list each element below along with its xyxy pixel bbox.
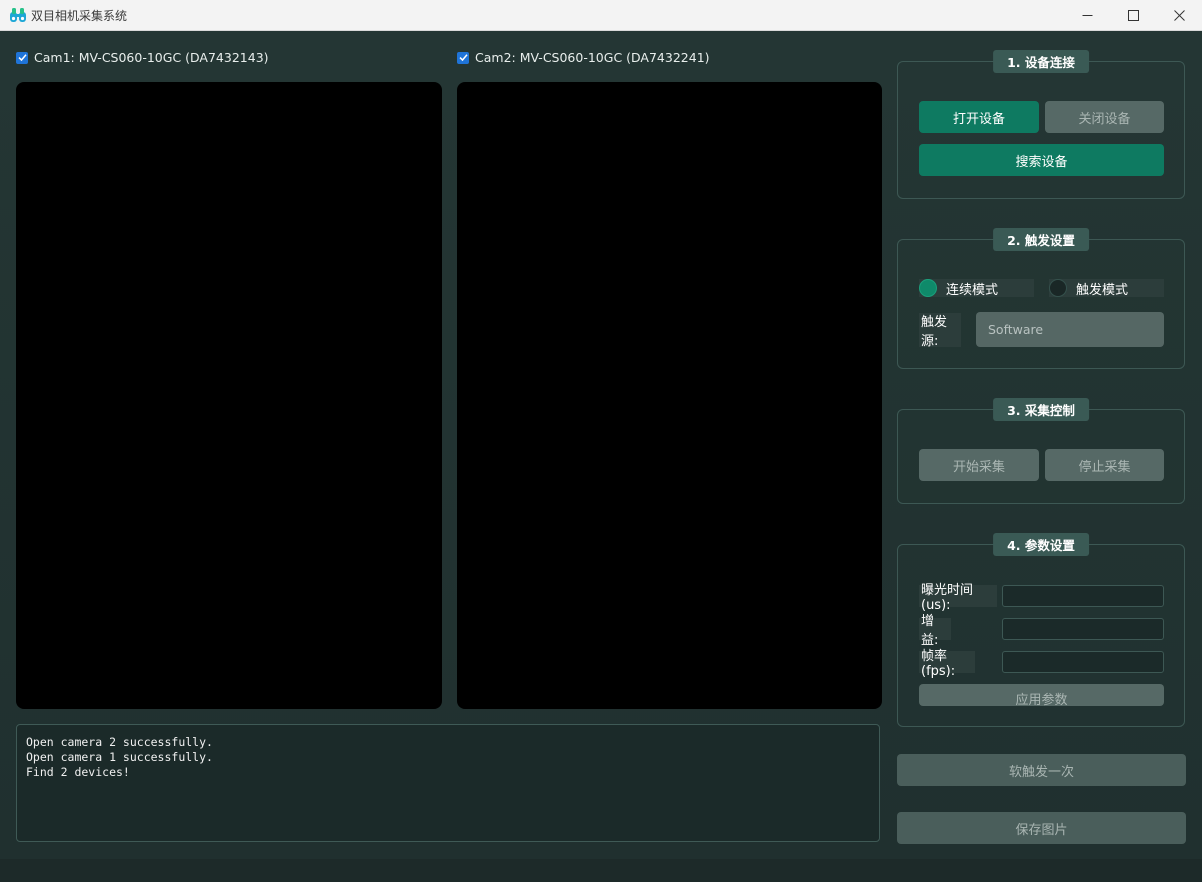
log-line: Open camera 1 successfully. <box>26 750 213 764</box>
close-icon <box>1173 9 1185 21</box>
fps-label: 帧率(fps): <box>919 649 975 679</box>
apply-parameters-button[interactable]: 应用参数 <box>919 684 1164 706</box>
log-output: Open camera 2 successfully. Open camera … <box>16 724 880 842</box>
start-acquisition-button[interactable]: 开始采集 <box>919 449 1039 481</box>
minimize-icon <box>1082 14 1092 16</box>
gain-input[interactable] <box>1002 618 1164 640</box>
trigger-mode-label: 触发模式 <box>1076 282 1129 298</box>
title-bar: 双目相机采集系统 <box>0 0 1202 31</box>
continuous-mode-label: 连续模式 <box>946 282 999 298</box>
main-area: Cam1: MV-CS060-10GC (DA7432143) Cam2: MV… <box>0 31 1202 859</box>
maximize-button[interactable] <box>1110 0 1156 30</box>
app-window: 双目相机采集系统 Cam1: MV-CS060-10GC (DA7432143)… <box>0 0 1202 882</box>
group-parameter-settings: 4. 参数设置 曝光时间(us): 增益: 帧率(fps): 应用参数 <box>897 533 1185 727</box>
radio-unselected-icon <box>1049 279 1067 297</box>
cam2-checkbox-row[interactable]: Cam2: MV-CS060-10GC (DA7432241) <box>457 50 710 65</box>
trigger-mode-radio[interactable]: 触发模式 <box>1049 279 1164 298</box>
maximize-icon <box>1127 9 1139 21</box>
stop-acquisition-button[interactable]: 停止采集 <box>1045 449 1164 481</box>
minimize-button[interactable] <box>1064 0 1110 30</box>
cam1-label: Cam1: MV-CS060-10GC (DA7432143) <box>34 50 269 65</box>
group-trigger-settings: 2. 触发设置 连续模式 触发模式 触发源: Software <box>897 228 1185 369</box>
trigger-source-value: Software <box>988 322 1044 337</box>
binoculars-icon <box>10 8 26 22</box>
check-icon <box>458 54 468 62</box>
save-image-button[interactable]: 保存图片 <box>897 812 1186 844</box>
cam2-preview <box>457 82 882 709</box>
window-title: 双目相机采集系统 <box>31 9 128 23</box>
group-acquisition-control: 3. 采集控制 开始采集 停止采集 <box>897 398 1185 504</box>
trigger-source-label: 触发源: <box>919 313 961 349</box>
cam2-checkbox[interactable] <box>457 51 469 64</box>
group-title: 4. 参数设置 <box>993 533 1089 556</box>
group-title: 2. 触发设置 <box>993 228 1089 251</box>
log-line: Open camera 2 successfully. <box>26 735 213 749</box>
trigger-source-select[interactable]: Software <box>976 312 1164 347</box>
continuous-mode-radio[interactable]: 连续模式 <box>919 279 1034 298</box>
fps-input[interactable] <box>1002 651 1164 673</box>
group-title: 3. 采集控制 <box>993 398 1089 421</box>
log-line: Find 2 devices! <box>26 765 130 779</box>
close-button[interactable] <box>1156 0 1202 30</box>
exposure-label: 曝光时间(us): <box>919 583 997 613</box>
exposure-input[interactable] <box>1002 585 1164 607</box>
group-device-connection: 1. 设备连接 打开设备 关闭设备 搜索设备 <box>897 50 1185 199</box>
radio-selected-icon <box>919 279 937 297</box>
gain-label: 增益: <box>919 614 951 648</box>
cam1-checkbox-row[interactable]: Cam1: MV-CS060-10GC (DA7432143) <box>16 50 269 65</box>
cam1-preview <box>16 82 442 709</box>
group-title: 1. 设备连接 <box>993 50 1089 73</box>
cam1-checkbox[interactable] <box>16 51 28 64</box>
close-device-button[interactable]: 关闭设备 <box>1045 101 1164 133</box>
search-device-button[interactable]: 搜索设备 <box>919 144 1164 176</box>
check-icon <box>17 54 27 62</box>
cam2-label: Cam2: MV-CS060-10GC (DA7432241) <box>475 50 710 65</box>
status-bar <box>0 859 1202 882</box>
soft-trigger-button[interactable]: 软触发一次 <box>897 754 1186 786</box>
open-device-button[interactable]: 打开设备 <box>919 101 1039 133</box>
